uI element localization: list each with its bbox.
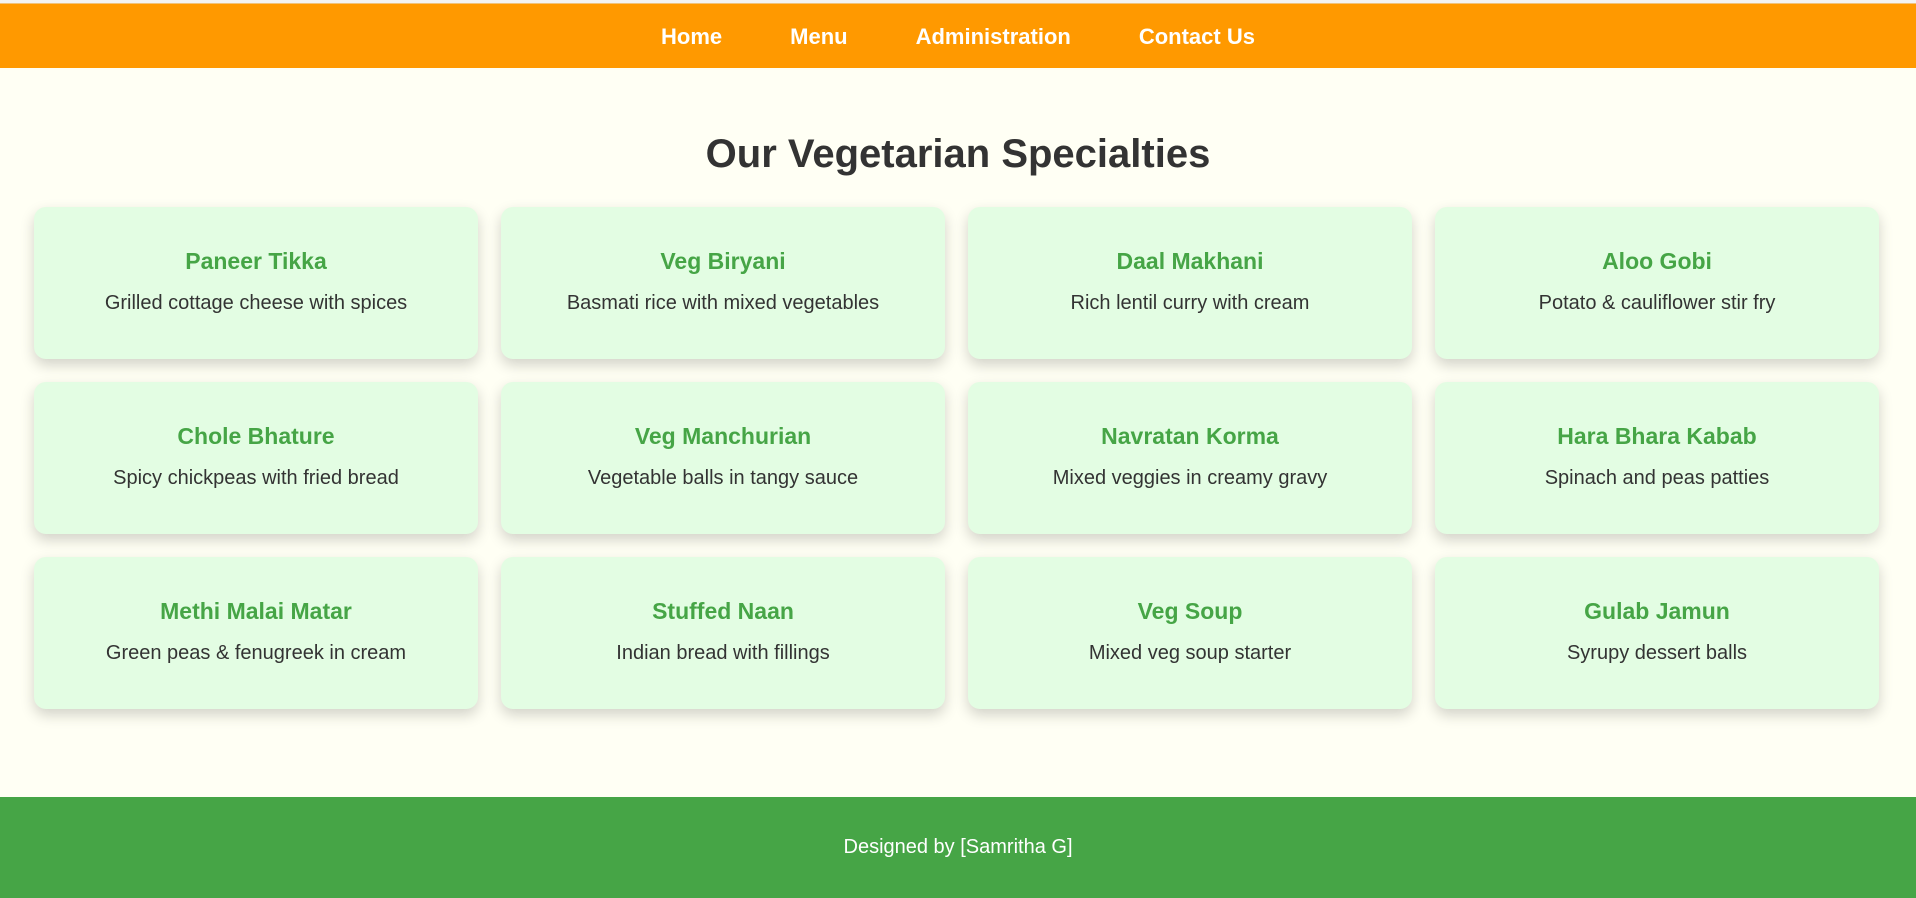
dish-card: Paneer Tikka Grilled cottage cheese with…: [34, 207, 478, 359]
dish-description: Vegetable balls in tangy sauce: [587, 467, 859, 489]
dish-name: Hara Bhara Kabab: [1557, 423, 1757, 449]
nav-link-contact-us[interactable]: Contact Us: [1139, 4, 1255, 69]
nav-link-home[interactable]: Home: [661, 4, 722, 69]
page-footer: Designed by [Samritha G]: [0, 797, 1916, 898]
nav-link-administration[interactable]: Administration: [916, 4, 1071, 69]
dish-name: Veg Soup: [1137, 598, 1243, 624]
dish-name: Chole Bhature: [177, 423, 335, 449]
dish-description: Potato & cauliflower stir fry: [1538, 292, 1776, 314]
dish-card: Gulab Jamun Syrupy dessert balls: [1435, 557, 1879, 709]
dish-card: Methi Malai Matar Green peas & fenugreek…: [34, 557, 478, 709]
dish-card: Navratan Korma Mixed veggies in creamy g…: [968, 382, 1412, 534]
dish-card: Veg Biryani Basmati rice with mixed vege…: [501, 207, 945, 359]
dish-description: Spinach and peas patties: [1544, 467, 1770, 489]
dish-name: Veg Biryani: [660, 248, 786, 274]
dish-card: Hara Bhara Kabab Spinach and peas pattie…: [1435, 382, 1879, 534]
main-nav: Home Menu Administration Contact Us: [0, 4, 1916, 69]
dish-card: Veg Manchurian Vegetable balls in tangy …: [501, 382, 945, 534]
dish-card: Veg Soup Mixed veg soup starter: [968, 557, 1412, 709]
dish-description: Basmati rice with mixed vegetables: [566, 292, 880, 314]
dish-description: Green peas & fenugreek in cream: [105, 642, 407, 664]
dish-card: Aloo Gobi Potato & cauliflower stir fry: [1435, 207, 1879, 359]
dish-card: Chole Bhature Spicy chickpeas with fried…: [34, 382, 478, 534]
dish-name: Navratan Korma: [1101, 423, 1279, 449]
dish-description: Mixed veg soup starter: [1088, 642, 1292, 664]
dish-description: Spicy chickpeas with fried bread: [113, 467, 399, 489]
dish-description: Rich lentil curry with cream: [1070, 292, 1310, 314]
dish-name: Methi Malai Matar: [160, 598, 352, 624]
dish-name: Paneer Tikka: [185, 248, 327, 274]
dish-card: Daal Makhani Rich lentil curry with crea…: [968, 207, 1412, 359]
dish-name: Stuffed Naan: [652, 598, 794, 624]
page-title: Our Vegetarian Specialties: [705, 132, 1211, 176]
nav-link-menu[interactable]: Menu: [790, 4, 847, 69]
dish-name: Veg Manchurian: [634, 423, 812, 449]
dish-card: Stuffed Naan Indian bread with fillings: [501, 557, 945, 709]
dish-grid: Paneer Tikka Grilled cottage cheese with…: [34, 207, 1879, 709]
dish-name: Gulab Jamun: [1584, 598, 1730, 624]
navigation-bar: Home Menu Administration Contact Us: [0, 3, 1916, 68]
dish-name: Aloo Gobi: [1602, 248, 1712, 274]
dish-name: Daal Makhani: [1116, 248, 1264, 274]
dish-description: Mixed veggies in creamy gravy: [1052, 467, 1328, 489]
dish-description: Syrupy dessert balls: [1566, 642, 1748, 664]
dish-description: Indian bread with fillings: [616, 642, 830, 664]
footer-credit: Designed by [Samritha G]: [843, 836, 1073, 858]
dish-description: Grilled cottage cheese with spices: [104, 292, 408, 314]
